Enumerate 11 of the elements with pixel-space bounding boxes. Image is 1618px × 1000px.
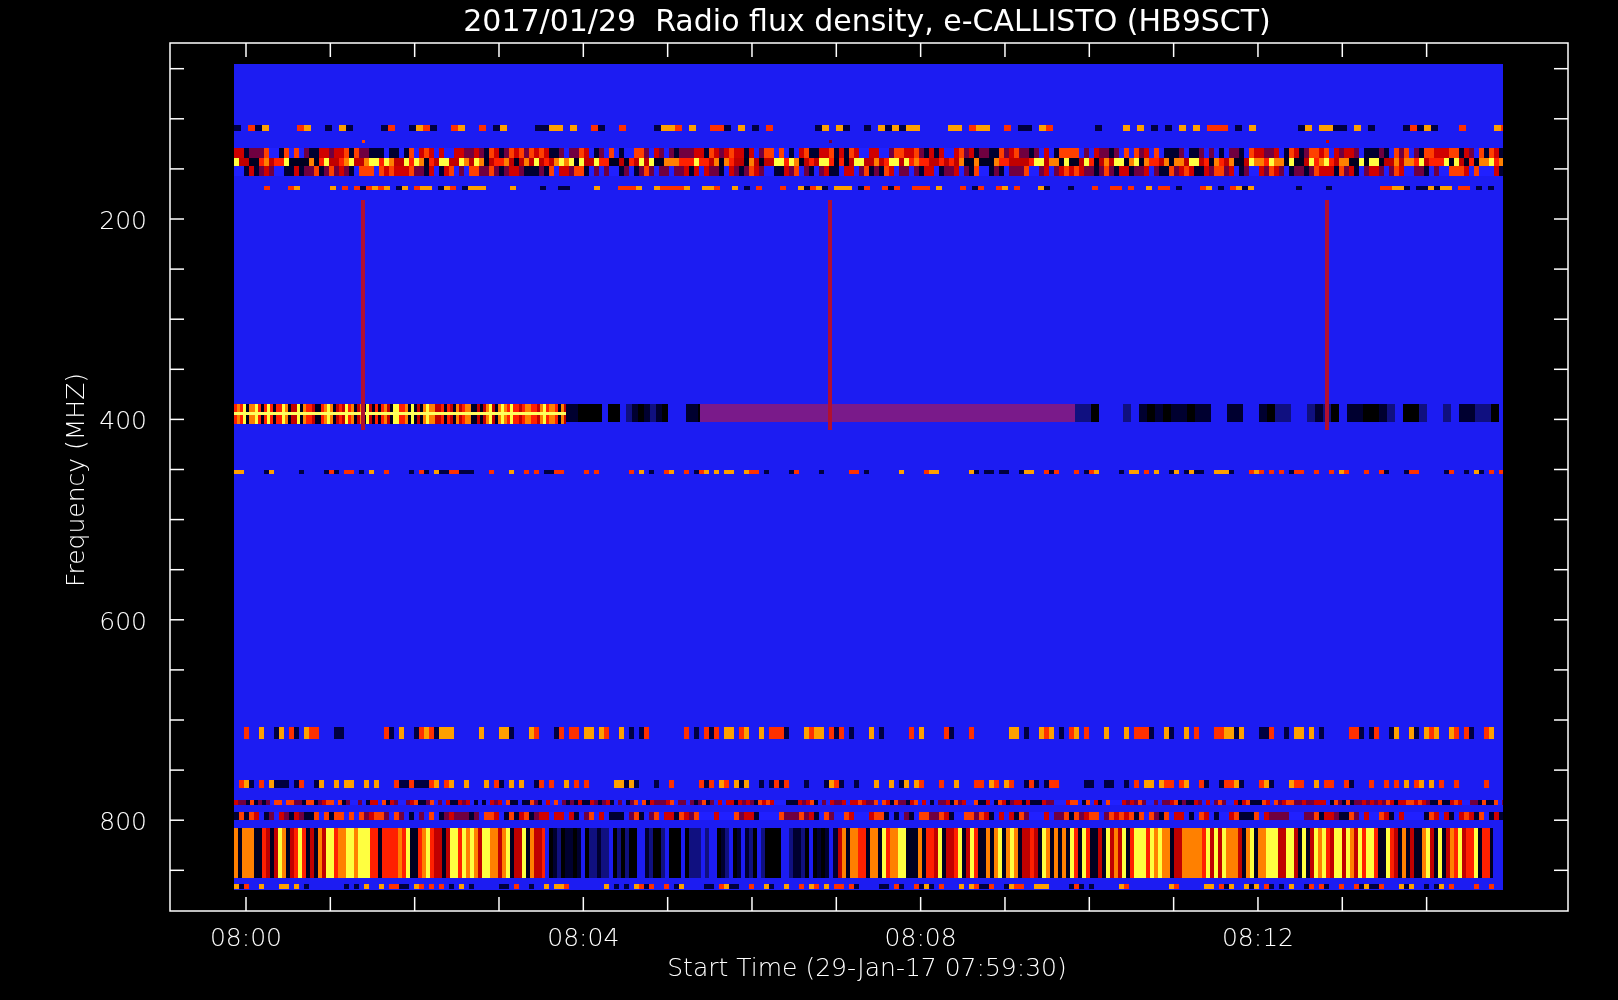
- x-tick-label: 08:04: [547, 923, 620, 952]
- y-axis-title: Frequency (MHZ): [61, 372, 90, 588]
- y-tick-label: 200: [99, 206, 147, 235]
- y-tick-label: 600: [99, 606, 147, 636]
- x-tick-label: 08:08: [884, 923, 957, 952]
- y-tick-label: 400: [99, 406, 147, 436]
- chart-title: 2017/01/29 Radio flux density, e-CALLISTO (HB9SCT): [463, 3, 1271, 38]
- y-tick-label: 800: [99, 807, 147, 837]
- x-tick-label: 08:00: [210, 923, 282, 952]
- x-tick-label: 08:12: [1221, 923, 1294, 952]
- x-axis-title: Start Time (29-Jan-17 07:59:30): [667, 953, 1067, 982]
